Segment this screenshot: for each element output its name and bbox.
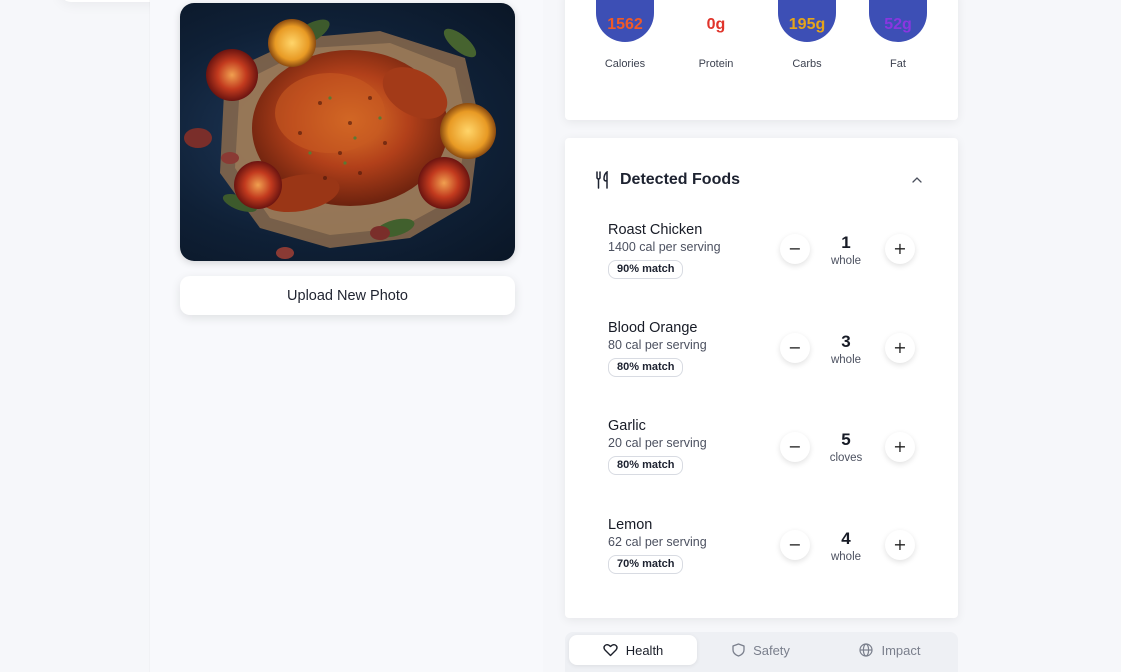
tab-safety-label: Safety <box>753 642 790 658</box>
match-badge: 70% match <box>608 555 684 574</box>
quantity-value: 3 <box>841 332 851 351</box>
food-name: Garlic <box>608 418 646 434</box>
decrease-quantity-button[interactable]: − <box>780 530 810 560</box>
match-badge: 80% match <box>608 456 684 475</box>
macro-protein-label: Protein <box>698 58 734 70</box>
detected-foods-card: Detected Foods Roast Chicken 1400 cal pe… <box>565 138 958 618</box>
macro-calories-value: 1562 <box>596 0 654 42</box>
food-item: Roast Chicken 1400 cal per serving 90% m… <box>592 222 932 306</box>
match-badge: 80% match <box>608 358 684 377</box>
food-item: Blood Orange 80 cal per serving 80% matc… <box>592 320 932 404</box>
food-calories: 1400 cal per serving <box>608 240 721 254</box>
heart-icon <box>603 644 618 657</box>
food-calories: 20 cal per serving <box>608 436 707 450</box>
macro-calories: 1562 Calories <box>585 0 665 70</box>
macro-fat-value: 52g <box>869 0 927 42</box>
increase-quantity-button[interactable]: + <box>885 333 915 363</box>
macro-carbs: 195g Carbs <box>767 0 847 70</box>
macro-fat: 52g Fat <box>858 0 938 70</box>
tab-impact-label: Impact <box>881 642 921 658</box>
decrease-quantity-button[interactable]: − <box>780 432 810 462</box>
macro-carbs-label: Carbs <box>792 58 822 70</box>
decrease-quantity-button[interactable]: − <box>780 234 810 264</box>
food-item: Garlic 20 cal per serving 80% match − 5 … <box>592 418 932 502</box>
macro-carbs-value: 195g <box>778 0 836 42</box>
bottom-tabs: Health Safety Impact <box>565 632 958 672</box>
macro-protein: 0g Protein <box>676 0 756 70</box>
increase-quantity-button[interactable]: + <box>885 432 915 462</box>
food-name: Blood Orange <box>608 320 698 336</box>
macro-calories-label: Calories <box>604 58 646 70</box>
quantity-unit: whole <box>830 255 862 267</box>
increase-quantity-button[interactable]: + <box>885 234 915 264</box>
detected-foods-title: Detected Foods <box>620 171 741 188</box>
quantity-value: 4 <box>841 529 851 548</box>
increase-quantity-button[interactable]: + <box>885 530 915 560</box>
macros-card: 1562 Calories 0g Protein 195g Carbs 52g … <box>565 0 958 120</box>
food-calories: 80 cal per serving <box>608 338 707 352</box>
utensils-icon <box>596 171 608 189</box>
macro-protein-value: 0g <box>687 0 745 42</box>
food-photo-illustration <box>184 19 496 259</box>
quantity-unit: whole <box>830 354 862 366</box>
food-photo <box>180 3 515 261</box>
quantity-unit: whole <box>830 551 862 563</box>
food-name: Lemon <box>608 517 653 533</box>
decrease-quantity-button[interactable]: − <box>780 333 810 363</box>
shield-icon <box>732 643 745 657</box>
tab-health[interactable]: Health <box>569 635 697 665</box>
quantity-unit: cloves <box>829 452 863 464</box>
upload-new-photo-button[interactable]: Upload New Photo <box>180 276 515 315</box>
chevron-up-icon[interactable] <box>910 173 924 187</box>
macro-fat-label: Fat <box>890 58 906 70</box>
quantity-value: 5 <box>841 430 851 449</box>
food-name: Roast Chicken <box>608 222 703 238</box>
food-calories: 62 cal per serving <box>608 535 707 549</box>
food-item: Lemon 62 cal per serving 70% match − 4 w… <box>592 517 932 601</box>
match-badge: 90% match <box>608 260 684 279</box>
tab-health-label: Health <box>625 642 664 658</box>
globe-icon <box>859 643 874 657</box>
tab-safety[interactable]: Safety <box>697 635 825 665</box>
tab-impact[interactable]: Impact <box>826 635 954 665</box>
quantity-value: 1 <box>841 233 851 252</box>
detected-foods-header[interactable]: Detected Foods <box>594 169 924 191</box>
